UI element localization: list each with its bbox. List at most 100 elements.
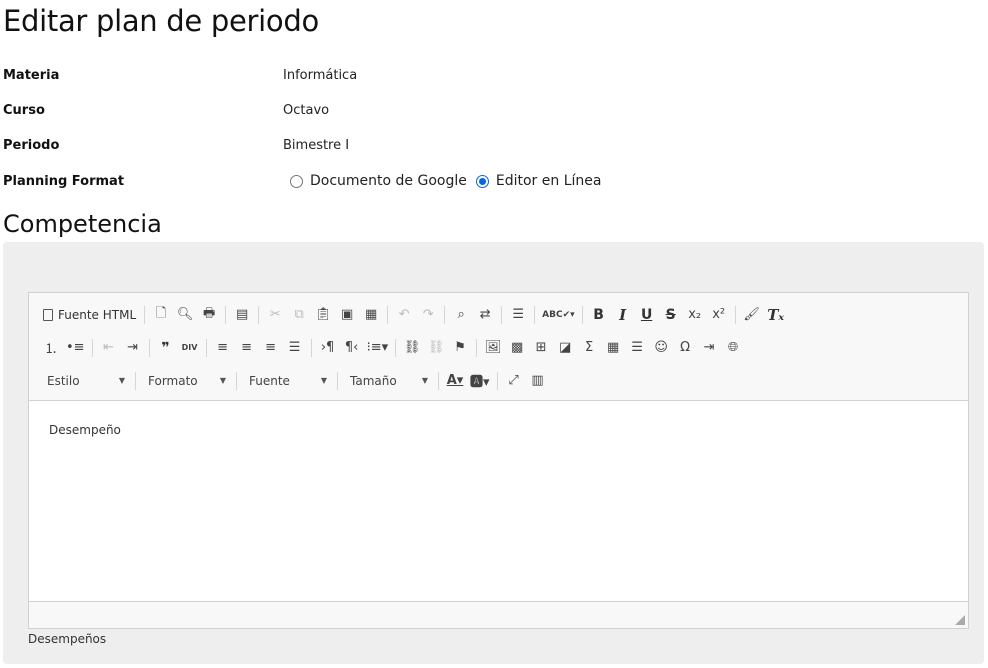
format-combo[interactable]: Formato ▼ [140,370,232,392]
editor-content-text: Desempeño [49,423,121,437]
editor-content-area[interactable]: Desempeño [29,401,968,601]
planning-format-label: Planning Format [3,173,125,189]
ltr-icon[interactable]: ›¶ [316,337,340,359]
print-icon[interactable]: 🖶 [197,304,221,326]
iframe-icon[interactable]: ◪ [553,337,577,359]
toolbar-separator [205,338,207,357]
iframe-globe-icon[interactable]: 🌐︎ [721,337,745,359]
outdent-icon[interactable]: ⇤ [97,337,121,359]
info-row-periodo: Periodo Bimestre I [3,134,349,156]
chevron-down-icon: ▼ [320,376,327,385]
toolbar-separator [91,338,93,357]
rich-text-editor: Fuente HTML 🗋 🔍︎ 🖶 ▤ ✂ ⧉ 📋︎ ▣ ▦ ↶ ↷ ⌕ ⇄ … [28,292,969,629]
copy-icon[interactable]: ⧉ [287,304,311,326]
bold-icon[interactable]: B [587,304,611,326]
help-text: Desempeños [28,632,107,646]
language-icon[interactable]: ⁝≡▾ [364,337,392,359]
materia-value: Informática [283,67,358,83]
bulleted-list-icon[interactable]: •≡ [63,337,88,359]
toolbar-separator [236,371,237,390]
size-combo[interactable]: Tamaño ▼ [342,370,434,392]
toolbar-row-1: Fuente HTML 🗋 🔍︎ 🖶 ▤ ✂ ⧉ 📋︎ ▣ ▦ ↶ ↷ ⌕ ⇄ … [39,298,968,331]
align-justify-icon[interactable]: ☰ [283,337,307,359]
planning-format-radio-group: Documento de Google Editor en Línea [290,173,610,189]
paste-text-icon[interactable]: ▣ [335,304,359,326]
toolbar-separator [395,338,397,357]
toolbar-separator [501,305,503,324]
section-title: Competencia [3,210,162,238]
spellcheck-label: ABC [542,309,563,320]
table-icon[interactable]: ▦ [601,337,625,359]
paste-word-icon[interactable]: ▦ [359,304,383,326]
radio-online-editor[interactable] [475,174,489,188]
style-combo[interactable]: Estilo ▼ [39,370,131,392]
superscript-icon[interactable]: x² [707,304,731,326]
size-combo-label: Tamaño [350,373,397,388]
editor-toolbar: Fuente HTML 🗋 🔍︎ 🖶 ▤ ✂ ⧉ 📋︎ ▣ ▦ ↶ ↷ ⌕ ⇄ … [29,293,968,401]
align-center-icon[interactable]: ≡ [235,337,259,359]
subscript-icon[interactable]: x₂ [683,304,707,326]
radio-online-editor-label[interactable]: Editor en Línea [496,173,602,189]
indent-icon[interactable]: ⇥ [121,337,145,359]
preview-icon[interactable]: 🔍︎ [173,304,197,326]
copy-format-icon[interactable]: 🖌︎ [740,304,764,326]
undo-icon[interactable]: ↶ [392,304,416,326]
page-break-icon[interactable]: ⇥ [697,337,721,359]
blockquote-icon[interactable]: ❞ [154,337,178,359]
redo-icon[interactable]: ↷ [416,304,440,326]
show-blocks-icon[interactable]: ▥ [526,370,550,392]
editor-footer [29,601,968,628]
curso-value: Octavo [283,102,330,118]
horizontal-rule-icon[interactable]: ☰ [625,337,649,359]
align-right-icon[interactable]: ≡ [259,337,283,359]
toolbar-separator [337,371,338,390]
toolbar-separator [144,305,146,324]
format-combo-label: Formato [148,373,198,388]
maximize-icon[interactable]: ⤢ [502,370,526,392]
new-page-icon[interactable]: 🗋 [149,304,173,326]
link-icon[interactable]: ⛓ [400,337,424,359]
image-icon[interactable]: 🖼︎ [481,337,505,359]
align-left-icon[interactable]: ≡ [211,337,235,359]
create-div-label: DIV [181,343,198,352]
toolbar-separator [496,371,498,390]
underline-icon[interactable]: U [635,304,659,326]
find-icon[interactable]: ⌕ [449,304,473,326]
toolbar-separator [444,305,446,324]
strikethrough-icon[interactable]: S [659,304,683,326]
create-div-icon[interactable]: DIV [178,337,202,359]
anchor-icon[interactable]: ⚑ [448,337,472,359]
math-icon[interactable]: Σ [577,337,601,359]
replace-icon[interactable]: ⇄ [473,304,497,326]
style-combo-label: Estilo [47,373,80,388]
toolbar-separator [258,305,260,324]
radio-google-doc-label[interactable]: Documento de Google [310,173,467,189]
spellcheck-icon[interactable]: ABC ✔▾ [539,304,578,326]
paste-icon[interactable]: 📋︎ [311,304,335,326]
periodo-label: Periodo [3,137,60,153]
smiley-icon[interactable]: ☺ [649,337,673,359]
unlink-icon[interactable]: ⛓ [424,337,448,359]
font-combo[interactable]: Fuente ▼ [241,370,333,392]
templates-icon[interactable]: ▤ [230,304,254,326]
radio-google-doc[interactable] [290,174,303,188]
select-all-icon[interactable]: ☰ [506,304,530,326]
source-button-label: Fuente HTML [58,307,137,322]
info-row-materia: Materia Informática [3,64,357,86]
source-button[interactable]: Fuente HTML [39,304,140,326]
periodo-value: Bimestre I [283,137,350,153]
cut-icon[interactable]: ✂ [263,304,287,326]
italic-icon[interactable]: I [611,304,635,326]
font-combo-label: Fuente [249,373,290,388]
toolbar-separator [135,371,136,390]
text-color-icon[interactable]: A▾ [443,370,467,392]
special-char-icon[interactable]: Ω [673,337,697,359]
bg-color-icon[interactable]: 🅰︎▾ [467,370,493,392]
toolbar-separator [476,338,478,357]
resize-grip-icon[interactable] [955,615,965,625]
rtl-icon[interactable]: ¶‹ [340,337,364,359]
form-icon[interactable]: ⊞ [529,337,553,359]
flash-icon[interactable]: ▩ [505,337,529,359]
remove-format-icon[interactable]: Tₓ [764,304,788,326]
numbered-list-icon[interactable]: ⒈ [39,337,63,359]
